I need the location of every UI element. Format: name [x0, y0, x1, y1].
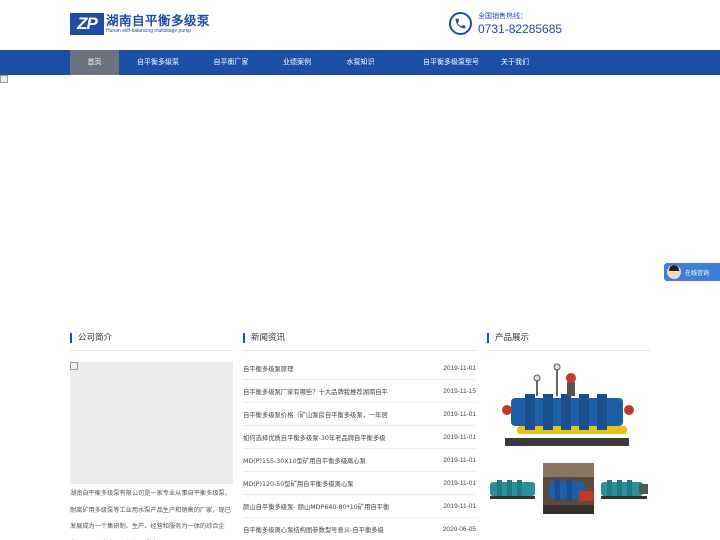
news-item[interactable]: MD(P)155-30X10型矿用自平衡多级离心泵 2019-11-01	[243, 449, 476, 472]
hero-banner[interactable]	[0, 75, 720, 330]
sales-hotline: 全国销售热线： 0731-82285685	[449, 9, 562, 37]
nav-item-about[interactable]: 关于我们	[489, 50, 541, 75]
nav-item-cases[interactable]: 业绩案例	[270, 50, 324, 75]
hotline-label: 全国销售热线：	[478, 12, 527, 20]
broken-image-icon	[0, 75, 8, 83]
news-item[interactable]: 自平衡多级离心泵结构图参数型号意义-自平衡多级 2020-06-05	[243, 518, 476, 540]
news-title[interactable]: 自平衡多级泵原理	[243, 364, 413, 373]
news-item[interactable]: 如何选择优质自平衡多级泵-30年老品牌自平衡多级 2019-11-01	[243, 426, 476, 449]
main-nav: 首页 自平衡多级泵 自平衡厂家 业绩案例 水泵知识 自平衡多级泵型号 关于我们	[0, 50, 720, 75]
broken-image-icon	[70, 362, 78, 370]
news-item[interactable]: 自平衡多级泵原理 2019-11-01	[243, 357, 476, 380]
news-date: 2019-11-15	[443, 387, 476, 395]
news-date: 2019-11-01	[443, 410, 476, 418]
news-item[interactable]: 颜山自平衡多级泵- 颜山MDP640-80*10矿用自平衡 2019-11-01	[243, 495, 476, 518]
news-title[interactable]: 如何选择优质自平衡多级泵-30年老品牌自平衡多级	[243, 433, 413, 442]
news-title[interactable]: 自平衡多级泵厂家有哪些？十大品牌我推荐湖南自平	[243, 387, 413, 396]
logo-chinese-name: 湖南自平衡多级泵	[106, 13, 211, 28]
news-title[interactable]: 颜山自平衡多级泵- 颜山MDP640-80*10矿用自平衡	[243, 502, 413, 511]
online-consult-label: 在线咨询	[685, 269, 710, 277]
news-date: 2020-06-05	[442, 525, 476, 533]
news-section-title[interactable]: 新闻资讯	[243, 333, 285, 343]
news-item[interactable]: MD(P)120-50型矿用自平衡多级离心泵 2019-11-01	[243, 472, 476, 495]
news-date: 2019-11-01	[443, 456, 476, 464]
product-main-image[interactable]	[497, 360, 637, 460]
company-intro-text: 湖南自平衡多级泵有限公司是一家专业从事自平衡多级泵，耐腐矿用多级泵等工业用水泵产…	[70, 490, 231, 540]
about-divider	[70, 350, 233, 351]
product-thumb-image[interactable]	[487, 474, 538, 504]
nav-item-home[interactable]: 首页	[70, 50, 119, 75]
news-date: 2019-11-01	[443, 479, 476, 487]
news-item[interactable]: 自平衡多级泵价格（矿山泵房自平衡多级泵，一年居 2019-11-01	[243, 403, 476, 426]
site-header: ZP 湖南自平衡多级泵 Hunan self-balancing multist…	[0, 0, 720, 50]
site-logo[interactable]: ZP 湖南自平衡多级泵 Hunan self-balancing multist…	[70, 13, 210, 35]
news-title[interactable]: MD(P)155-30X10型矿用自平衡多级离心泵	[243, 456, 413, 465]
nav-item-knowledge[interactable]: 水泵知识	[333, 50, 388, 75]
product-thumb-image[interactable]	[543, 463, 594, 514]
products-divider	[487, 350, 650, 351]
product-thumb-image[interactable]	[599, 470, 650, 508]
news-date: 2019-11-01	[443, 433, 476, 441]
logo-english-name: Hunan self-balancing multistage pump	[106, 28, 192, 34]
about-section-title[interactable]: 公司简介	[70, 333, 112, 343]
logo-mark: ZP	[70, 13, 104, 35]
news-title[interactable]: MD(P)120-50型矿用自平衡多级离心泵	[243, 479, 413, 488]
phone-icon	[449, 11, 472, 35]
company-image[interactable]	[70, 362, 233, 484]
online-consult-button[interactable]: 在线咨询	[664, 263, 720, 281]
nav-item-manufacturer[interactable]: 自平衡厂家	[198, 50, 264, 75]
news-title[interactable]: 自平衡多级离心泵结构图参数型号意义-自平衡多级	[243, 525, 413, 534]
news-title[interactable]: 自平衡多级泵价格（矿山泵房自平衡多级泵，一年居	[243, 410, 413, 419]
nav-item-pumps[interactable]: 自平衡多级泵	[124, 50, 192, 75]
hotline-number[interactable]: 0731-82285685	[478, 22, 562, 37]
news-date: 2019-11-01	[443, 364, 476, 372]
news-item[interactable]: 自平衡多级泵厂家有哪些？十大品牌我推荐湖南自平 2019-11-15	[243, 380, 476, 403]
news-divider	[243, 350, 476, 351]
service-avatar	[667, 265, 681, 279]
news-date: 2019-11-01	[443, 502, 476, 510]
news-list: 自平衡多级泵原理 2019-11-01 自平衡多级泵厂家有哪些？十大品牌我推荐湖南…	[243, 357, 476, 540]
products-section-title[interactable]: 产品展示	[487, 333, 529, 343]
